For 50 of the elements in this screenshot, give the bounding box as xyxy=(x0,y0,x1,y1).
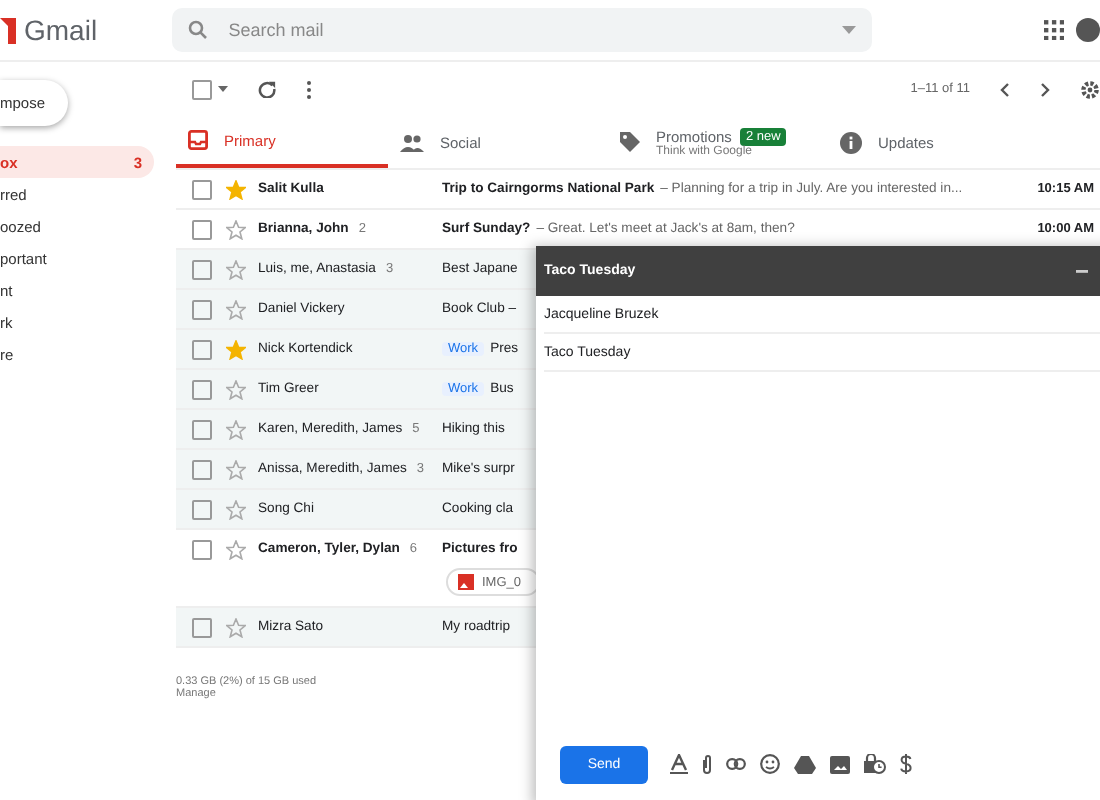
image-icon[interactable] xyxy=(830,755,850,773)
search-icon xyxy=(188,20,209,40)
star-icon[interactable] xyxy=(226,219,246,239)
star-icon[interactable] xyxy=(226,179,246,199)
star-icon[interactable] xyxy=(226,539,246,559)
apps-grid-icon[interactable] xyxy=(1044,20,1064,40)
inbox-icon xyxy=(188,130,208,150)
select-all-checkbox[interactable] xyxy=(192,79,212,99)
star-icon[interactable] xyxy=(226,419,246,439)
star-icon[interactable] xyxy=(226,259,246,279)
caret-icon[interactable] xyxy=(218,86,228,92)
mail-logo-icon xyxy=(0,16,16,44)
next-page-icon[interactable] xyxy=(1040,81,1050,97)
lock-clock-icon[interactable] xyxy=(864,754,886,774)
star-icon[interactable] xyxy=(226,459,246,479)
info-icon xyxy=(840,131,862,153)
row-checkbox[interactable] xyxy=(192,219,212,239)
star-icon[interactable] xyxy=(226,379,246,399)
row-checkbox[interactable] xyxy=(192,499,212,519)
row-checkbox[interactable] xyxy=(192,259,212,279)
star-icon[interactable] xyxy=(226,499,246,519)
row-checkbox[interactable] xyxy=(192,617,212,637)
link-icon[interactable] xyxy=(726,758,746,770)
star-icon[interactable] xyxy=(226,617,246,637)
search-field[interactable]: Search mail xyxy=(224,18,827,42)
people-icon xyxy=(400,133,424,151)
paperclip-icon[interactable] xyxy=(702,754,712,774)
star-icon[interactable] xyxy=(226,339,246,359)
row-checkbox[interactable] xyxy=(192,179,212,199)
more-options-icon[interactable] xyxy=(306,79,312,99)
row-checkbox[interactable] xyxy=(192,459,212,479)
app-logo-text: Gmail xyxy=(24,14,98,46)
dollar-icon[interactable] xyxy=(900,754,912,774)
text-format-icon[interactable] xyxy=(670,754,688,774)
emoji-icon[interactable] xyxy=(760,754,780,774)
row-checkbox[interactable] xyxy=(192,539,212,559)
avatar[interactable] xyxy=(1076,18,1100,42)
minimize-icon[interactable] xyxy=(1076,269,1088,273)
row-checkbox[interactable] xyxy=(192,339,212,359)
star-icon[interactable] xyxy=(226,299,246,319)
caret-icon[interactable] xyxy=(842,26,857,34)
search-bar[interactable]: Search mail xyxy=(172,8,873,52)
settings-icon[interactable] xyxy=(1080,79,1100,99)
row-checkbox[interactable] xyxy=(192,419,212,439)
refresh-icon[interactable] xyxy=(258,80,276,98)
previous-page-icon[interactable] xyxy=(1000,81,1010,97)
row-checkbox[interactable] xyxy=(192,299,212,319)
image-file-icon xyxy=(458,574,474,590)
row-checkbox[interactable] xyxy=(192,379,212,399)
tag-icon xyxy=(620,132,640,152)
